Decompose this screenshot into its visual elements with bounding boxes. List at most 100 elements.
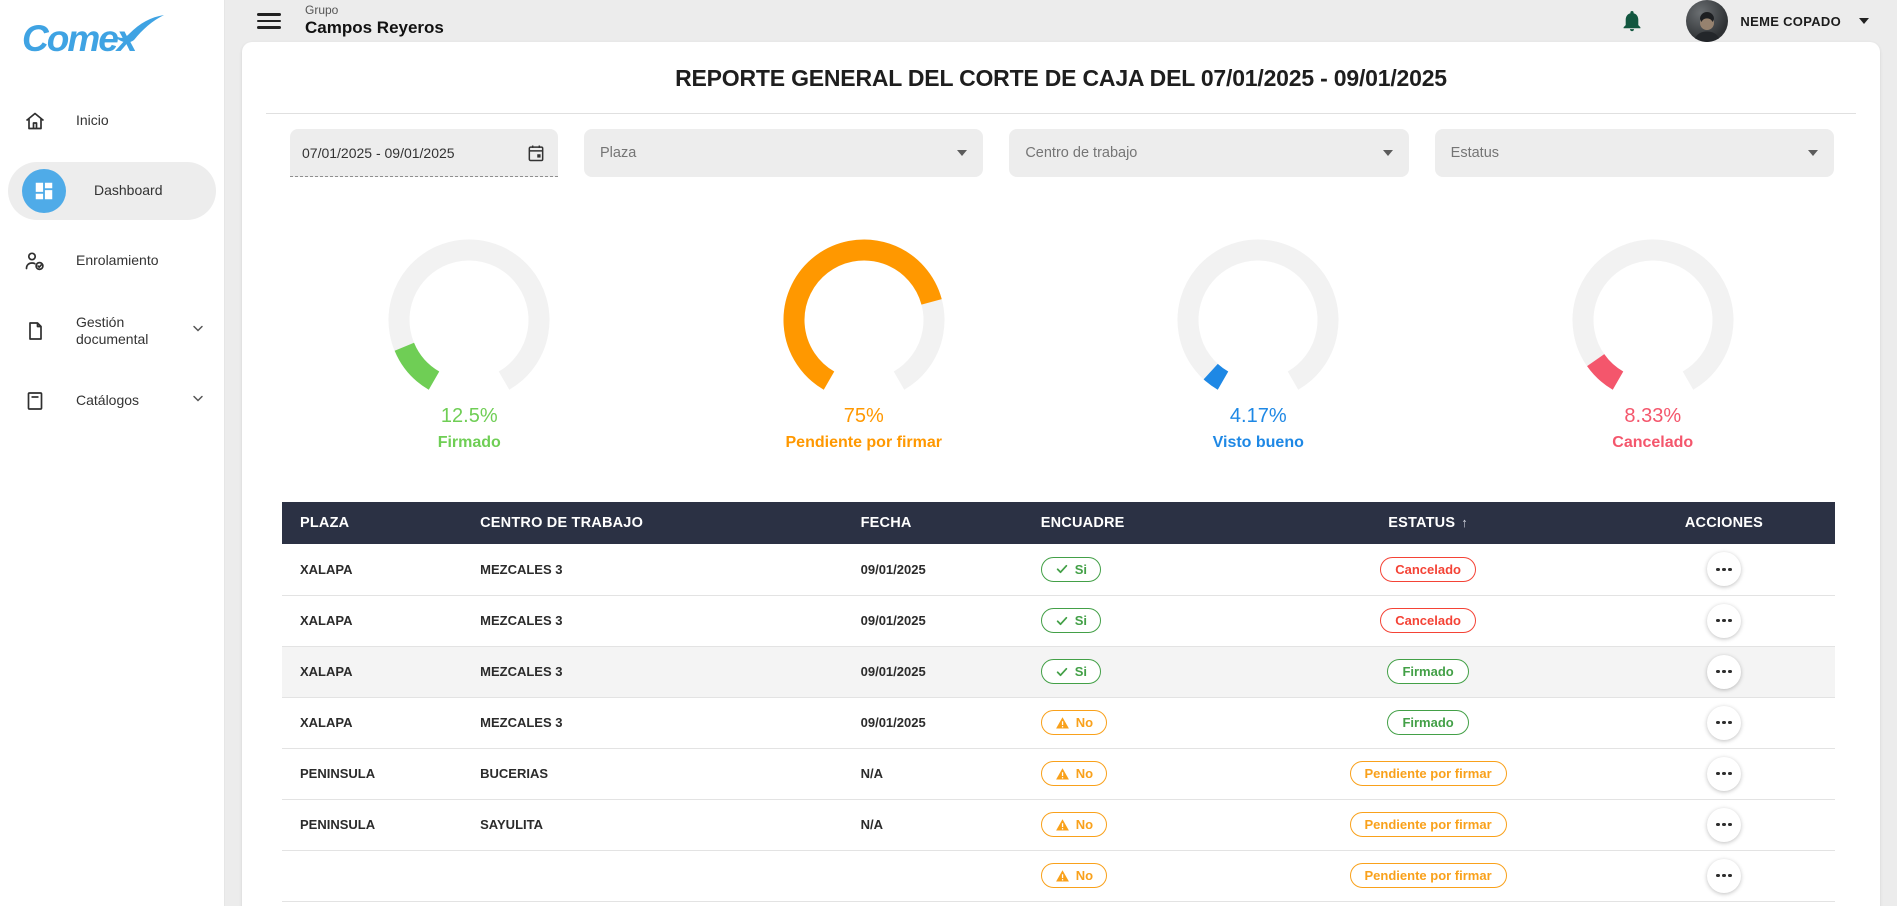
gauge-label: Pendiente por firmar bbox=[786, 434, 942, 452]
home-icon bbox=[22, 108, 48, 134]
encuadre-badge: No bbox=[1041, 761, 1107, 786]
notifications-bell-icon[interactable] bbox=[1620, 9, 1644, 33]
cell-acciones bbox=[1613, 850, 1835, 901]
cell-encuadre: No bbox=[1023, 697, 1244, 748]
cell-fecha: N/A bbox=[843, 748, 1023, 799]
cell-acciones bbox=[1613, 748, 1835, 799]
column-header-encuadre[interactable]: ENCUADRE bbox=[1023, 502, 1244, 544]
app-root: Comex Inicio Dashboard bbox=[0, 0, 1897, 906]
status-badge: Cancelado bbox=[1380, 608, 1476, 633]
cell-plaza: PENINSULA bbox=[282, 799, 462, 850]
table-row: XALAPA MEZCALES 3 09/01/2025 No Firmado bbox=[282, 697, 1835, 748]
centro-trabajo-select[interactable]: Centro de trabajo bbox=[1009, 129, 1408, 177]
table-body: XALAPA MEZCALES 3 09/01/2025 Si Cancelad… bbox=[282, 544, 1835, 901]
column-header-plaza[interactable]: PLAZA bbox=[282, 502, 462, 544]
person-check-icon bbox=[22, 248, 48, 274]
row-actions-button[interactable] bbox=[1707, 808, 1741, 842]
cell-plaza: XALAPA bbox=[282, 595, 462, 646]
cell-fecha bbox=[843, 850, 1023, 901]
gauge-label: Cancelado bbox=[1612, 434, 1693, 452]
row-actions-button[interactable] bbox=[1707, 859, 1741, 893]
encuadre-label: Si bbox=[1075, 664, 1087, 679]
logo-swoosh-icon bbox=[108, 14, 166, 44]
check-icon bbox=[1055, 614, 1069, 628]
cell-acciones bbox=[1613, 595, 1835, 646]
cell-plaza: XALAPA bbox=[282, 646, 462, 697]
hamburger-menu-button[interactable] bbox=[257, 13, 281, 29]
table-row: XALAPA MEZCALES 3 09/01/2025 Si Cancelad… bbox=[282, 544, 1835, 595]
caret-down-icon bbox=[957, 150, 967, 156]
column-header-acciones[interactable]: ACCIONES bbox=[1613, 502, 1835, 544]
cell-estatus: Firmado bbox=[1243, 646, 1613, 697]
donut-chart bbox=[384, 235, 554, 405]
user-menu[interactable]: NEME COPADO bbox=[1686, 0, 1869, 42]
cell-centro-de-trabajo: MEZCALES 3 bbox=[462, 544, 842, 595]
plaza-select[interactable]: Plaza bbox=[584, 129, 983, 177]
column-header-estatus[interactable]: ESTATUS↑ bbox=[1243, 502, 1613, 544]
row-actions-button[interactable] bbox=[1707, 757, 1741, 791]
group-block: Grupo Campos Reyeros bbox=[305, 4, 444, 37]
encuadre-badge: No bbox=[1041, 812, 1107, 837]
row-actions-button[interactable] bbox=[1707, 552, 1741, 586]
chevron-down-icon bbox=[190, 321, 206, 342]
row-actions-button[interactable] bbox=[1707, 604, 1741, 638]
cell-encuadre: No bbox=[1023, 748, 1244, 799]
sidebar-item-dashboard[interactable]: Dashboard bbox=[8, 162, 216, 220]
cell-centro-de-trabajo: MEZCALES 3 bbox=[462, 646, 842, 697]
cell-estatus: Cancelado bbox=[1243, 544, 1613, 595]
sidebar-item-inicio[interactable]: Inicio bbox=[0, 92, 224, 150]
sidebar-item-label: Dashboard bbox=[94, 182, 190, 200]
sidebar-item-catalogos[interactable]: Catálogos bbox=[0, 372, 224, 430]
cell-centro-de-trabajo: MEZCALES 3 bbox=[462, 697, 842, 748]
column-header-fecha[interactable]: FECHA bbox=[843, 502, 1023, 544]
sidebar-item-enrolamiento[interactable]: Enrolamiento bbox=[0, 232, 224, 290]
cell-plaza bbox=[282, 850, 462, 901]
group-label: Grupo bbox=[305, 4, 444, 18]
estatus-select-value: Estatus bbox=[1451, 145, 1808, 161]
cell-acciones bbox=[1613, 544, 1835, 595]
cell-estatus: Pendiente por firmar bbox=[1243, 799, 1613, 850]
gauge-label: Visto bueno bbox=[1213, 434, 1304, 452]
cell-centro-de-trabajo: SAYULITA bbox=[462, 799, 842, 850]
cell-fecha: 09/01/2025 bbox=[843, 646, 1023, 697]
sidebar-item-label: Gestión documental bbox=[76, 314, 172, 349]
status-badge: Pendiente por firmar bbox=[1350, 761, 1507, 786]
gauge-pendiente-por-firmar: 75% Pendiente por firmar bbox=[667, 235, 1062, 452]
cell-acciones bbox=[1613, 799, 1835, 850]
sidebar-item-gestion-documental[interactable]: Gestión documental bbox=[0, 302, 224, 360]
row-actions-button[interactable] bbox=[1707, 706, 1741, 740]
encuadre-label: No bbox=[1076, 766, 1093, 781]
cell-fecha: 09/01/2025 bbox=[843, 544, 1023, 595]
status-badge: Firmado bbox=[1387, 710, 1468, 735]
chevron-down-icon bbox=[190, 391, 206, 412]
column-header-centro-de-trabajo[interactable]: CENTRO DE TRABAJO bbox=[462, 502, 842, 544]
sidebar-nav: Inicio Dashboard Enrolamiento bbox=[0, 92, 224, 430]
encuadre-label: No bbox=[1076, 868, 1093, 883]
encuadre-label: No bbox=[1076, 817, 1093, 832]
avatar bbox=[1686, 0, 1728, 42]
cell-centro-de-trabajo: BUCERIAS bbox=[462, 748, 842, 799]
cell-plaza: PENINSULA bbox=[282, 748, 462, 799]
row-actions-button[interactable] bbox=[1707, 655, 1741, 689]
gauge-firmado: 12.5% Firmado bbox=[272, 235, 667, 452]
encuadre-badge: Si bbox=[1041, 557, 1101, 582]
cell-fecha: 09/01/2025 bbox=[843, 697, 1023, 748]
caret-down-icon bbox=[1383, 150, 1393, 156]
filters-bar: 07/01/2025 - 09/01/2025 Plaza Centro de … bbox=[242, 114, 1880, 177]
check-icon bbox=[1055, 562, 1069, 576]
status-badge: Pendiente por firmar bbox=[1350, 812, 1507, 837]
cell-estatus: Pendiente por firmar bbox=[1243, 850, 1613, 901]
table-row: XALAPA MEZCALES 3 09/01/2025 Si Firmado bbox=[282, 646, 1835, 697]
gauge-label: Firmado bbox=[438, 434, 501, 452]
warning-icon bbox=[1055, 716, 1070, 730]
cell-estatus: Pendiente por firmar bbox=[1243, 748, 1613, 799]
donut-chart bbox=[1173, 235, 1343, 405]
caret-down-icon bbox=[1859, 18, 1869, 24]
encuadre-badge: No bbox=[1041, 863, 1107, 888]
report-card: REPORTE GENERAL DEL CORTE DE CAJA DEL 07… bbox=[242, 42, 1880, 906]
encuadre-badge: Si bbox=[1041, 608, 1101, 633]
estatus-select[interactable]: Estatus bbox=[1435, 129, 1834, 177]
date-range-input[interactable]: 07/01/2025 - 09/01/2025 bbox=[290, 129, 558, 177]
main-area: Grupo Campos Reyeros NEME COPADO bbox=[225, 0, 1897, 906]
cell-estatus: Firmado bbox=[1243, 697, 1613, 748]
